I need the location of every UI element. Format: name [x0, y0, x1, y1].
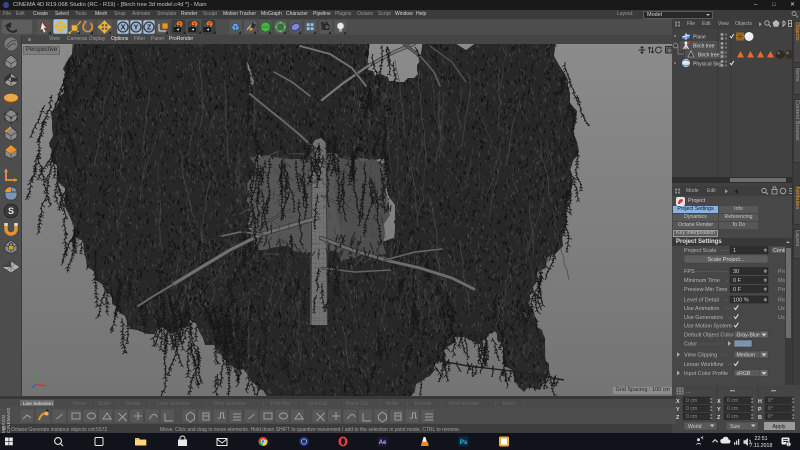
svg-text:Preview Min Time: Preview Min Time: [684, 287, 727, 293]
svg-text:Use Generators: Use Generators: [684, 315, 723, 321]
svg-text:30: 30: [733, 269, 739, 275]
svg-text:Poly Pen: Poly Pen: [271, 401, 291, 406]
svg-text:Input Color Profile: Input Color Profile: [684, 371, 728, 377]
svg-text:Rotate: Rotate: [126, 401, 141, 406]
svg-text:Ae: Ae: [379, 440, 387, 446]
svg-text:Move: Move: [73, 401, 85, 406]
svg-text:sRGB: sRGB: [737, 371, 751, 377]
svg-text:0 F: 0 F: [733, 287, 742, 293]
svg-text:Y: Y: [134, 24, 139, 31]
svg-text:0 cm: 0 cm: [686, 406, 697, 412]
svg-text:7.11.2018: 7.11.2018: [750, 443, 773, 449]
svg-text:0 F: 0 F: [733, 278, 742, 284]
svg-text:Birch tree: Birch tree: [693, 44, 715, 50]
svg-text:View Clipping: View Clipping: [684, 353, 717, 359]
svg-text:Scale Project...: Scale Project...: [708, 257, 745, 263]
svg-text:0 cm: 0 cm: [686, 398, 697, 404]
svg-text:Ring Selection: Ring Selection: [214, 401, 246, 406]
svg-text:B: B: [758, 415, 762, 421]
svg-text:Level of Detail: Level of Detail: [684, 298, 719, 304]
svg-text:Bevel: Bevel: [503, 401, 516, 406]
svg-text:Live Selection: Live Selection: [23, 401, 53, 406]
svg-text:Color: Color: [684, 342, 697, 348]
svg-text:Size: Size: [730, 424, 740, 430]
svg-text:i: i: [788, 442, 789, 447]
svg-text:...: ...: [686, 389, 691, 395]
svg-text:H: H: [758, 399, 762, 405]
svg-text:Extrude: Extrude: [415, 401, 432, 406]
svg-text:X: X: [676, 399, 680, 405]
svg-text:Plane Cut: Plane Cut: [346, 401, 369, 406]
svg-text:Default Object Color: Default Object Color: [684, 333, 734, 339]
svg-text:0°: 0°: [768, 406, 773, 412]
svg-text:Inner Extrude: Inner Extrude: [449, 401, 479, 406]
svg-text:World: World: [688, 424, 702, 430]
svg-text:Loop Selection: Loop Selection: [157, 401, 190, 406]
svg-text:Use Motion System: Use Motion System: [684, 324, 732, 330]
svg-text:Minimum Time: Minimum Time: [684, 278, 720, 284]
svg-text:Apply: Apply: [773, 424, 786, 430]
svg-text:Line Cut: Line Cut: [308, 401, 327, 406]
svg-text:Y: Y: [676, 407, 680, 413]
svg-text:1: 1: [733, 248, 736, 254]
svg-text:Use Animation: Use Animation: [684, 306, 719, 312]
svg-text:X: X: [717, 399, 721, 405]
svg-text:P: P: [758, 407, 762, 413]
svg-text:Gray-Blue: Gray-Blue: [737, 333, 760, 339]
svg-text:Scale: Scale: [98, 401, 111, 406]
svg-text:Z: Z: [147, 24, 152, 31]
svg-text:Linear Workflow: Linear Workflow: [684, 362, 723, 368]
svg-text:S: S: [8, 206, 14, 216]
svg-text:0°: 0°: [768, 398, 773, 404]
svg-text:Medium: Medium: [737, 353, 755, 359]
svg-text:22:51: 22:51: [755, 436, 768, 442]
svg-text:Project Scale: Project Scale: [684, 248, 716, 254]
svg-text:0 cm: 0 cm: [727, 406, 738, 412]
svg-text:Physical Sky: Physical Sky: [693, 62, 722, 68]
svg-text:Y: Y: [717, 407, 721, 413]
svg-text:X: X: [121, 24, 126, 31]
svg-text:0°: 0°: [768, 414, 773, 420]
svg-text:Plane: Plane: [693, 35, 706, 41]
svg-text:0 cm: 0 cm: [727, 414, 738, 420]
svg-text:0 cm: 0 cm: [686, 414, 697, 420]
svg-text:Birch tree: Birch tree: [698, 53, 720, 59]
svg-text:100 %: 100 %: [733, 298, 749, 304]
svg-text:0 cm: 0 cm: [727, 398, 738, 404]
svg-text:Ps: Ps: [460, 440, 468, 446]
svg-text:FPS: FPS: [684, 269, 695, 275]
svg-text:Knife: Knife: [387, 401, 399, 406]
